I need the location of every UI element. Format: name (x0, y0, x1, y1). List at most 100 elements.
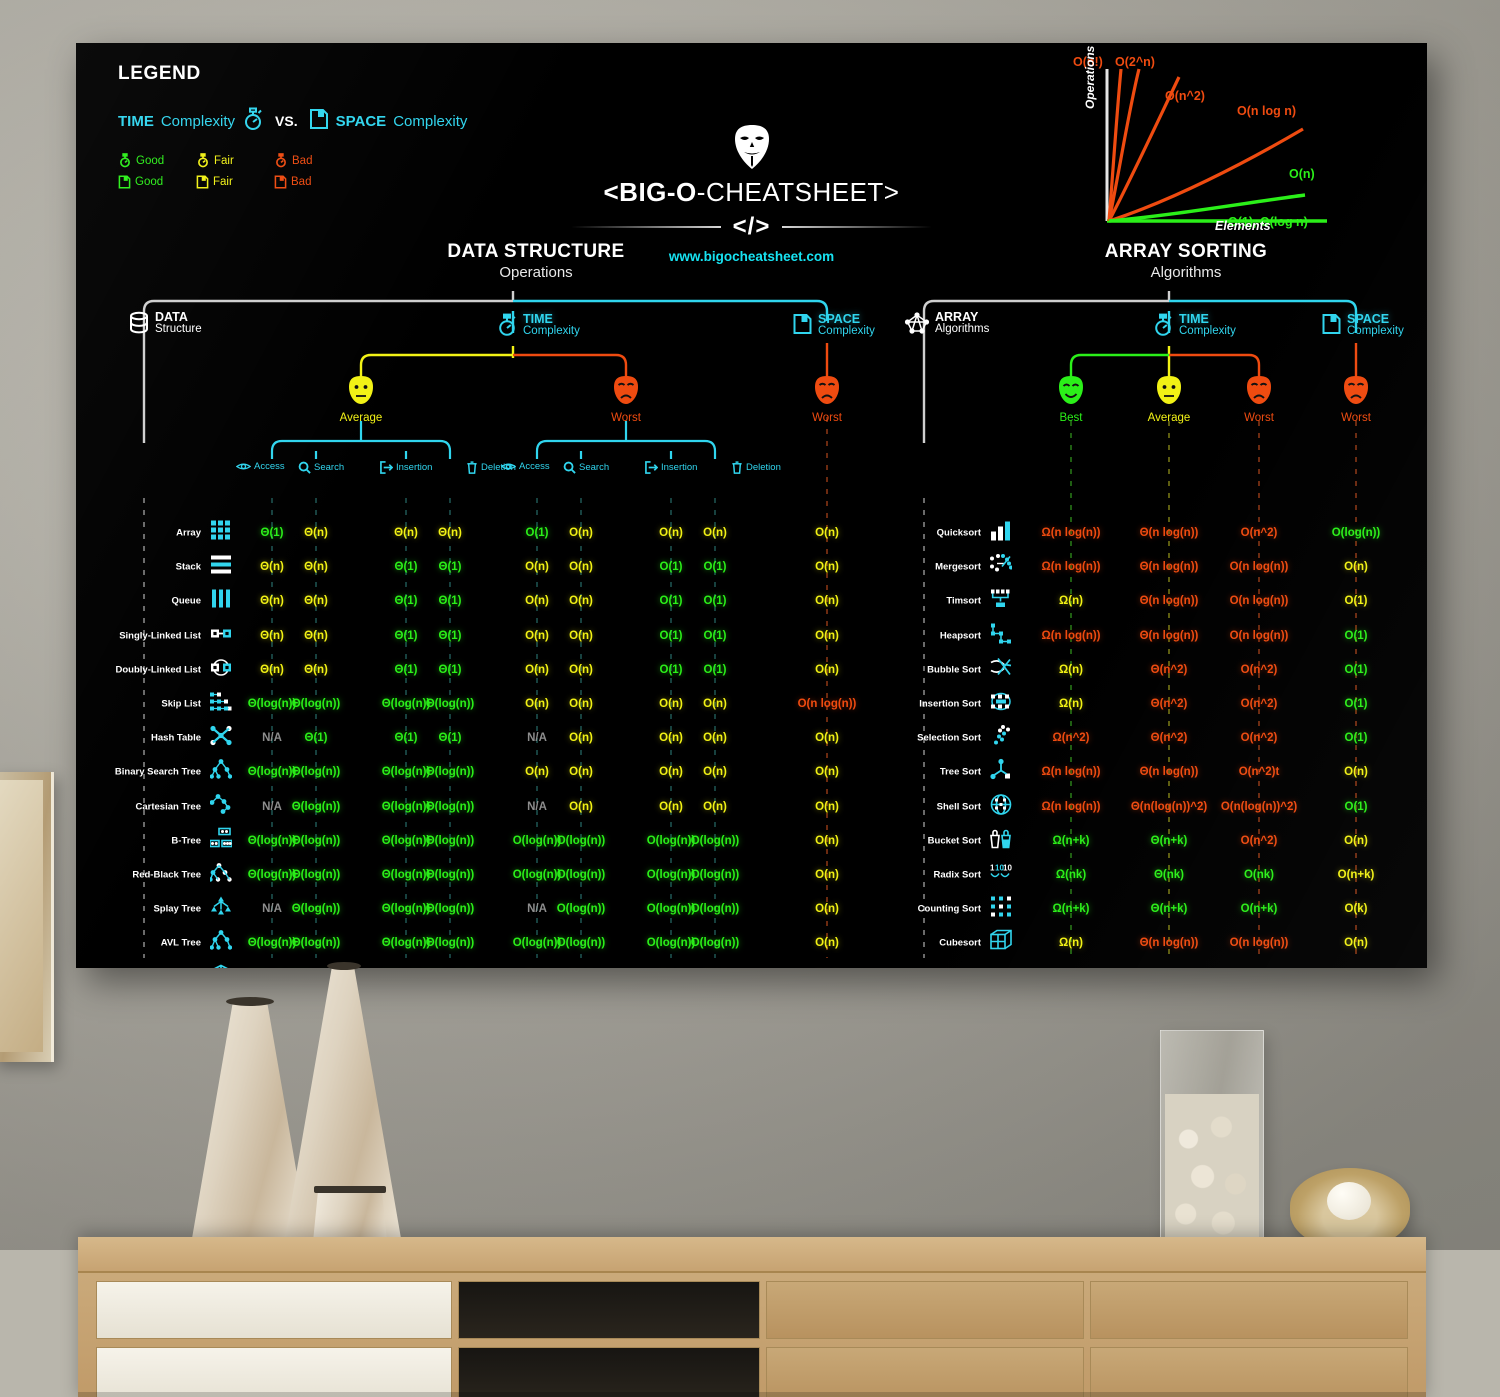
table-cell: O(log(n)) (1331, 527, 1381, 539)
big-o-cheatsheet-poster: LEGEND TIME Complexity VS. SPACE Complex… (76, 43, 1427, 968)
mask-as-best: Best (1031, 375, 1111, 424)
table-cell: O(n) (815, 869, 839, 881)
sideboard-cabinet[interactable] (1089, 1347, 1408, 1397)
table-row-label: Bubble Sort (927, 664, 981, 676)
chart-label-n-squared: O(n^2) (1165, 89, 1205, 103)
sideboard-cabinet[interactable] (765, 1281, 1084, 1339)
eye-icon (501, 463, 516, 470)
table-cell: O(1) (659, 561, 683, 574)
table-cell: Θ(n) (304, 663, 328, 676)
svg-text:100: 100 (1003, 864, 1012, 873)
op-head-search-average-label: Search (314, 462, 345, 473)
glass-jar (1160, 1030, 1264, 1248)
chart-label-n-log-n: O(n log n) (1237, 104, 1297, 118)
table-cell: Θ(n) (304, 629, 328, 642)
sideboard-cabinet[interactable] (765, 1347, 1084, 1397)
radix-sort-icon: 110100 (990, 864, 1017, 878)
table-cell: N/A (262, 800, 282, 813)
table-cell: Θ(n^2) (1150, 698, 1188, 710)
table-row-icon (990, 793, 1012, 820)
table-cell: O(log(n)) (646, 869, 696, 881)
table-cell: O(log(n)) (690, 903, 740, 916)
table-row-icon (210, 964, 232, 968)
op-head-search-worst-label: Search (579, 462, 610, 473)
table-row-label: Red-Black Tree (132, 869, 201, 881)
stopwatch-icon (1155, 313, 1172, 336)
insert-icon (645, 461, 658, 474)
sideboard-row-lower (78, 1347, 1426, 1397)
sad-mask-icon (815, 376, 839, 404)
neutral-mask-icon (349, 376, 373, 404)
sideboard-row-upper (78, 1281, 1426, 1339)
table-cell: Θ(1) (438, 732, 462, 745)
sideboard-cabinet[interactable] (1089, 1281, 1408, 1339)
op-head-deletion-worst-label: Deletion (746, 462, 781, 473)
table-cell: O(n) (1344, 766, 1368, 779)
table-cell: O(1) (659, 663, 683, 676)
table-cell: Θ(log(n)) (381, 698, 431, 710)
array-sorting-subtitle: Algorithms (1150, 264, 1222, 281)
table-cell: Θ(log(n)) (381, 937, 431, 950)
sideboard-shadow (78, 1392, 1426, 1397)
table-cell: O(1) (659, 595, 683, 608)
table-cell: O(1) (703, 595, 727, 608)
legend-title: LEGEND (118, 63, 201, 84)
table-row-icon (990, 691, 1012, 718)
sideboard-drawer[interactable] (96, 1347, 452, 1397)
table-cell: Θ(log(n)) (381, 903, 431, 916)
table-cell: O(log(n)) (512, 834, 562, 847)
chart-y-axis-label: Operations (1083, 45, 1097, 109)
table-cell: O(log(n)) (646, 903, 696, 916)
table-cell: O(nk) (1243, 869, 1275, 881)
table-cell: Θ(n^2) (1150, 663, 1188, 676)
complexity-growth-chart: O(n!) O(2^n) O(n^2) O(n log n) O(n) O(1)… (1065, 46, 1365, 261)
table-cell: O(1) (1344, 800, 1368, 813)
table-cell: O(log(n)) (556, 903, 606, 916)
room-scene: LEGEND TIME Complexity VS. SPACE Complex… (0, 0, 1500, 1397)
table-cell: Θ(log(n)) (291, 903, 341, 916)
op-head-search-average: Search (298, 461, 344, 474)
table-cell: Θ(log(n)) (291, 937, 341, 950)
sideboard-drawer[interactable] (96, 1281, 452, 1339)
table-cell: Θ(1) (438, 595, 462, 608)
table-cell: O(log(n)) (512, 869, 562, 881)
table-row-label: Radix Sort (933, 869, 981, 881)
sideboard-open-shelf[interactable] (457, 1281, 760, 1339)
table-cell: Θ(n log(n)) (1139, 595, 1199, 608)
framed-artwork-canvas (0, 780, 43, 1052)
page-title-rest: -CHEATSHEET> (696, 177, 900, 207)
table-cell: O(1) (1344, 595, 1368, 608)
node-ds-time-sub: Complexity (523, 325, 580, 337)
table-cell: Θ(log(n)) (247, 834, 297, 847)
table-cell: Ω(n log(n)) (1041, 561, 1101, 574)
table-row-icon (990, 930, 1012, 957)
table-cell: O(n) (815, 903, 839, 916)
node-as-time-title: TIME (1179, 312, 1209, 326)
table-cell: Θ(n) (304, 561, 328, 574)
array-sorting-title: ARRAY SORTING (1104, 241, 1268, 262)
table-cell: Θ(n(log(n))^2) (1130, 800, 1208, 813)
table-row-icon (990, 554, 1013, 581)
sad-mask-icon (614, 376, 638, 404)
table-row-label: Cubesort (939, 937, 981, 949)
node-as-space-text: SPACE Complexity (1347, 313, 1404, 337)
table-cell: Θ(n^2) (1150, 732, 1188, 745)
node-array-text: ARRAY Algorithms (935, 311, 989, 335)
table-cell: O(n log(n)) (1229, 561, 1289, 574)
table-row-icon (990, 588, 1012, 615)
table-row-icon (209, 827, 233, 854)
sideboard-open-shelf[interactable] (457, 1347, 760, 1397)
table-cell: O(log(n)) (512, 937, 562, 950)
table-cell: Θ(log(n)) (291, 766, 341, 779)
op-head-access-worst-label: Access (519, 461, 550, 472)
table-row-label: Singly-Linked List (119, 630, 201, 642)
table-cell: Ω(n^2) (1052, 732, 1090, 745)
op-head-access-average-label: Access (254, 461, 285, 472)
table-cell: Θ(log(n)) (425, 869, 475, 881)
table-cell: Θ(1) (394, 663, 418, 676)
grid-icon (211, 520, 230, 540)
table-row-icon: 110100 (990, 862, 1017, 889)
table-row-icon (990, 759, 1012, 786)
mask-as-worst-time: Worst (1219, 375, 1299, 424)
chart-label-n: O(n) (1289, 167, 1315, 181)
